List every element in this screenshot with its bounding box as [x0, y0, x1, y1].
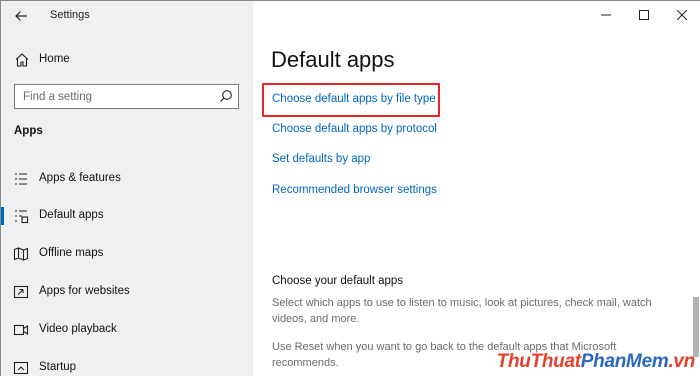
maximize-icon: [639, 10, 649, 20]
window-title: Settings: [50, 9, 90, 21]
minimize-button[interactable]: [587, 1, 625, 29]
title-bar: Settings: [1, 1, 253, 31]
list-icon: [15, 173, 27, 185]
search-box[interactable]: [14, 84, 239, 109]
window-controls: [587, 1, 700, 29]
video-icon: [13, 324, 29, 336]
minimize-icon: [601, 14, 611, 16]
default-apps-icon: [15, 210, 29, 224]
sidebar-item-label: Default apps: [39, 209, 104, 221]
scrollbar-thumb[interactable]: [693, 297, 699, 357]
sidebar-item-apps-features[interactable]: Apps & features: [1, 165, 253, 193]
sidebar-item-label: Startup: [39, 361, 77, 373]
sidebar-item-offline-maps[interactable]: Offline maps: [1, 240, 253, 268]
startup-icon: [13, 361, 29, 375]
back-arrow-icon: [15, 11, 27, 21]
selection-indicator: [1, 207, 4, 225]
sidebar-item-label: Offline maps: [39, 247, 104, 259]
description-text: Select which apps to use to listen to mu…: [272, 297, 652, 325]
sidebar-item-video-playback[interactable]: Video playback: [1, 316, 253, 344]
close-button[interactable]: [663, 1, 700, 29]
watermark-part: PhanMem: [580, 351, 669, 372]
watermark-part: ThuThuat: [496, 351, 581, 372]
content-pane: Default apps Choose default apps by file…: [253, 1, 700, 376]
sidebar-item-label: Apps for websites: [39, 285, 130, 297]
page-title: Default apps: [271, 47, 395, 72]
sidebar: Settings Home Apps Apps & features Defau…: [1, 1, 253, 376]
sidebar-item-default-apps[interactable]: Default apps: [1, 202, 253, 230]
close-icon: [677, 10, 687, 20]
watermark-part: .vn: [668, 351, 695, 372]
link-recommended-browser-settings[interactable]: Recommended browser settings: [272, 184, 437, 196]
section-title: Apps: [14, 125, 43, 137]
sidebar-item-startup[interactable]: Startup: [1, 354, 253, 376]
website-apps-icon: [13, 285, 29, 299]
sidebar-item-apps-for-websites[interactable]: Apps for websites: [1, 278, 253, 306]
maximize-button[interactable]: [625, 1, 663, 29]
home-nav-item[interactable]: Home: [1, 49, 253, 71]
link-choose-by-file-type[interactable]: Choose default apps by file type: [272, 93, 436, 105]
home-icon: [15, 53, 29, 67]
map-icon: [13, 247, 29, 261]
settings-window: Settings Home Apps Apps & features Defau…: [0, 0, 700, 376]
watermark: ThuThuatPhanMem.vn: [496, 351, 696, 373]
search-icon[interactable]: [219, 89, 233, 103]
back-button[interactable]: [9, 5, 33, 27]
sidebar-item-label: Apps & features: [39, 172, 121, 184]
home-label: Home: [39, 53, 70, 65]
link-set-defaults-by-app[interactable]: Set defaults by app: [272, 153, 370, 165]
section-subheading: Choose your default apps: [272, 275, 404, 287]
search-input[interactable]: [15, 85, 215, 108]
sidebar-item-label: Video playback: [39, 323, 117, 335]
link-choose-by-protocol[interactable]: Choose default apps by protocol: [272, 123, 437, 135]
